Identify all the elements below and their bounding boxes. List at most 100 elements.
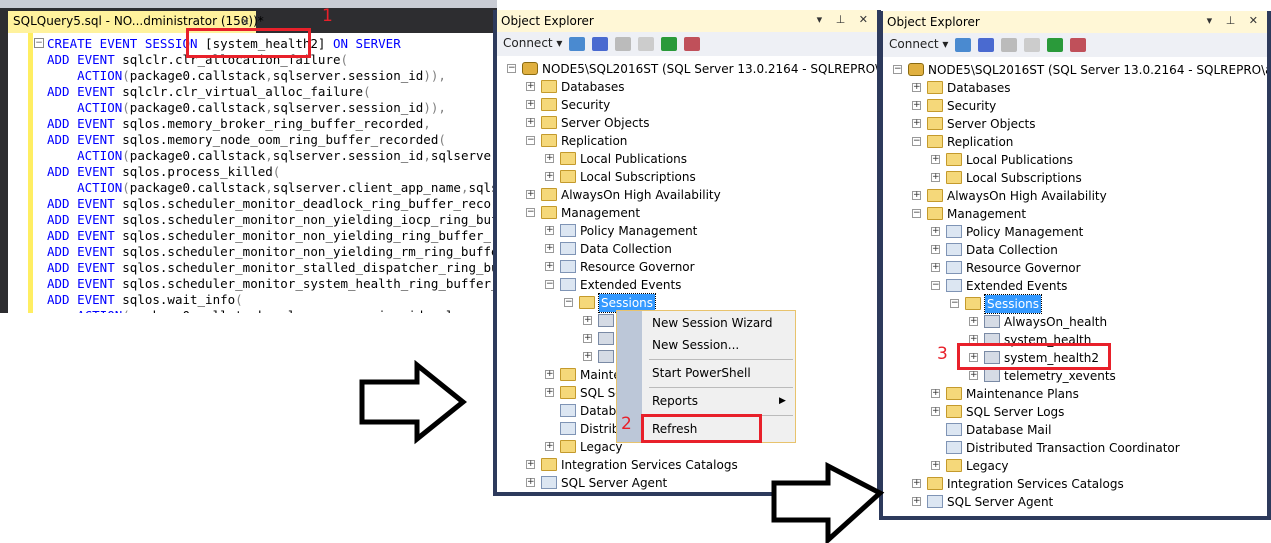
connect-icon[interactable] (955, 37, 972, 52)
collapse-icon[interactable]: − (545, 280, 554, 289)
tree-node[interactable]: − NODE5\SQL2016ST (SQL Server 13.0.2164 -… (883, 61, 1267, 79)
tree-node[interactable]: − NODE5\SQL2016ST (SQL Server 13.0.2164 -… (497, 60, 877, 78)
expand-icon[interactable]: + (931, 389, 940, 398)
expand-icon[interactable]: + (912, 191, 921, 200)
tree-node[interactable]: + Local Subscriptions (883, 169, 1267, 187)
expand-icon[interactable]: + (526, 478, 535, 487)
collapse-icon[interactable]: − (912, 137, 921, 146)
panel-controls[interactable]: ▾ ⊥ ✕ (817, 13, 873, 26)
filter-icon[interactable] (1024, 37, 1041, 52)
expand-icon[interactable]: + (931, 245, 940, 254)
tree-node[interactable]: + Databases (883, 79, 1267, 97)
collapse-icon[interactable]: − (526, 208, 535, 217)
expand-icon[interactable]: + (931, 407, 940, 416)
expand-icon[interactable]: + (545, 388, 554, 397)
tree-node[interactable]: − Replication (883, 133, 1267, 151)
tree-node[interactable]: + Resource Governor (883, 259, 1267, 277)
tree-node[interactable]: + AlwaysOn High Availability (497, 186, 877, 204)
collapse-icon[interactable]: − (564, 298, 573, 307)
panel-controls[interactable]: ▾ ⊥ ✕ (1207, 14, 1263, 27)
tree-node[interactable]: + Maintenance Plans (883, 385, 1267, 403)
tree-node[interactable]: + Databases (497, 78, 877, 96)
tree-node[interactable]: + Server Objects (883, 115, 1267, 133)
expand-icon[interactable]: + (526, 118, 535, 127)
expand-icon[interactable]: + (912, 497, 921, 506)
collapse-icon[interactable]: − (912, 209, 921, 218)
collapse-icon[interactable]: − (950, 299, 959, 308)
tree-node[interactable]: + Security (497, 96, 877, 114)
expand-icon[interactable]: + (545, 226, 554, 235)
expand-icon[interactable]: + (583, 352, 592, 361)
close-icon[interactable]: × (240, 14, 250, 28)
filter-icon[interactable] (638, 36, 655, 51)
tree-node[interactable]: + AlwaysOn_health (883, 313, 1267, 331)
tree-node[interactable]: − Management (497, 204, 877, 222)
tree-node[interactable]: + Data Collection (497, 240, 877, 258)
script-icon[interactable] (684, 36, 701, 51)
tree-node[interactable]: + Local Publications (883, 151, 1267, 169)
expand-icon[interactable]: + (912, 479, 921, 488)
tree-node[interactable]: − Extended Events (497, 276, 877, 294)
script-icon[interactable] (1070, 37, 1087, 52)
expand-icon[interactable]: + (545, 154, 554, 163)
collapse-icon[interactable]: − (507, 64, 516, 73)
tree-node[interactable]: + Data Collection (883, 241, 1267, 259)
tree-node[interactable]: Distributed Transaction Coordinator (883, 439, 1267, 457)
tree-node[interactable]: + SQL Server Logs (883, 403, 1267, 421)
menu-item-start-powershell[interactable]: Start PowerShell (652, 366, 751, 380)
expand-icon[interactable]: + (583, 334, 592, 343)
tree-node[interactable]: − Replication (497, 132, 877, 150)
expand-icon[interactable]: + (526, 460, 535, 469)
expand-icon[interactable]: + (545, 262, 554, 271)
tree-node[interactable]: + Local Publications (497, 150, 877, 168)
tree-node[interactable]: − Sessions (883, 294, 1267, 314)
tree-node[interactable]: − Extended Events (883, 277, 1267, 295)
expand-icon[interactable]: + (912, 83, 921, 92)
disconnect-icon[interactable] (978, 37, 995, 52)
menu-item-reports[interactable]: Reports (652, 394, 698, 408)
collapse-icon[interactable]: − (893, 65, 902, 74)
connect-button[interactable]: Connect ▾ (889, 37, 948, 51)
connect-icon[interactable] (569, 36, 586, 51)
tree-node[interactable]: + SQL Server Agent (883, 493, 1267, 511)
tree-node[interactable]: Database Mail (883, 421, 1267, 439)
expand-icon[interactable]: + (545, 370, 554, 379)
tree-node[interactable]: + Server Objects (497, 114, 877, 132)
tree-node[interactable]: + Policy Management (883, 223, 1267, 241)
expand-icon[interactable]: + (912, 119, 921, 128)
tree-node[interactable]: + Local Subscriptions (497, 168, 877, 186)
expand-icon[interactable]: + (912, 101, 921, 110)
refresh-icon[interactable] (661, 36, 678, 51)
expand-icon[interactable]: + (931, 155, 940, 164)
expand-icon[interactable]: + (526, 82, 535, 91)
stop-icon[interactable] (1001, 37, 1018, 52)
expand-icon[interactable]: + (545, 244, 554, 253)
expand-icon[interactable]: + (583, 316, 592, 325)
expand-icon[interactable]: + (969, 317, 978, 326)
tree-node[interactable]: + Integration Services Catalogs (883, 475, 1267, 493)
expand-icon[interactable]: + (545, 442, 554, 451)
tree-node[interactable]: − Management (883, 205, 1267, 223)
tree-node[interactable]: + Policy Management (497, 222, 877, 240)
menu-item-new-session[interactable]: New Session... (652, 338, 739, 352)
expand-icon[interactable]: + (526, 100, 535, 109)
expand-icon[interactable]: + (545, 172, 554, 181)
collapse-icon[interactable]: − (34, 38, 44, 48)
stop-icon[interactable] (615, 36, 632, 51)
connect-button[interactable]: Connect ▾ (503, 36, 562, 50)
expand-icon[interactable]: + (931, 461, 940, 470)
code-area[interactable]: − CREATE EVENT SESSION [system_health2] … (8, 33, 497, 313)
refresh-icon[interactable] (1047, 37, 1064, 52)
tree-node[interactable]: + Security (883, 97, 1267, 115)
expand-icon[interactable]: + (931, 173, 940, 182)
expand-icon[interactable]: + (526, 190, 535, 199)
collapse-icon[interactable]: − (931, 281, 940, 290)
expand-icon[interactable]: + (931, 227, 940, 236)
tree-node[interactable]: + Legacy (883, 457, 1267, 475)
disconnect-icon[interactable] (592, 36, 609, 51)
tree-node[interactable]: + AlwaysOn High Availability (883, 187, 1267, 205)
expand-icon[interactable]: + (931, 263, 940, 272)
collapse-icon[interactable]: − (526, 136, 535, 145)
tree-node[interactable]: + Resource Governor (497, 258, 877, 276)
expand-icon[interactable]: + (969, 371, 978, 380)
